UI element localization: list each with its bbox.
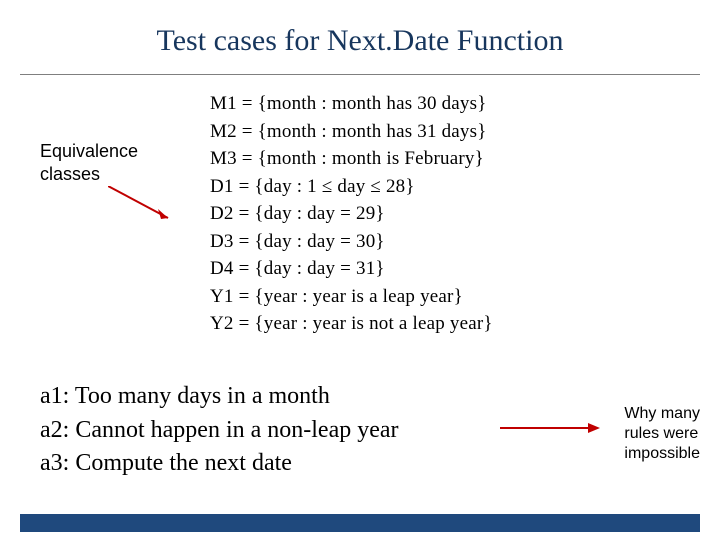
class-m2: M2 = {month : month has 31 days} <box>210 118 630 146</box>
title-underline <box>20 74 700 75</box>
why-line2: rules were <box>624 425 698 442</box>
class-m1: M1 = {month : month has 30 days} <box>210 90 630 118</box>
action-a2: a2: Cannot happen in a non-leap year <box>40 414 399 448</box>
slide-title: Test cases for Next.Date Function <box>0 24 720 58</box>
class-m3: M3 = {month : month is February} <box>210 145 630 173</box>
class-y2: Y2 = {year : year is not a leap year} <box>210 310 630 338</box>
why-impossible-label: Why many rules were impossible <box>624 404 700 464</box>
actions-list: a1: Too many days in a month a2: Cannot … <box>40 380 399 481</box>
class-d2: D2 = {day : day = 29} <box>210 200 630 228</box>
class-d1: D1 = {day : 1 ≤ day ≤ 28} <box>210 173 630 201</box>
action-a1: a1: Too many days in a month <box>40 380 399 414</box>
arrow-equivalence-icon <box>108 186 178 226</box>
equivalence-classes-list: M1 = {month : month has 30 days} M2 = {m… <box>210 90 630 338</box>
class-d3: D3 = {day : day = 30} <box>210 228 630 256</box>
action-a3: a3: Compute the next date <box>40 447 399 481</box>
class-d4: D4 = {day : day = 31} <box>210 255 630 283</box>
why-line1: Why many <box>624 405 700 422</box>
arrow-why-icon <box>500 418 600 438</box>
equiv-label-line1: Equivalence <box>40 141 138 161</box>
equivalence-classes-label: Equivalence classes <box>40 140 138 185</box>
footer-bar <box>20 514 700 532</box>
slide: Test cases for Next.Date Function Equiva… <box>0 0 720 540</box>
why-line3: impossible <box>624 445 700 462</box>
class-y1: Y1 = {year : year is a leap year} <box>210 283 630 311</box>
equiv-label-line2: classes <box>40 164 100 184</box>
